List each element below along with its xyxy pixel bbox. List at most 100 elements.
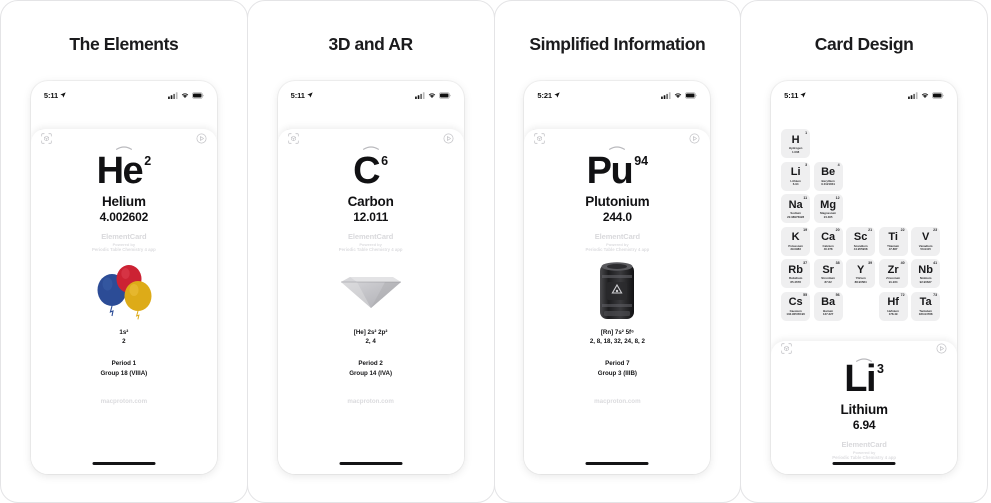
element-card-sheet[interactable]: Pu 94 Plutonium 244.0 ElementCard Powered by P… [524, 129, 711, 474]
periodic-tile-y[interactable]: 39 Y Yttrium 88.90584 [846, 259, 876, 288]
card-toolbar [31, 129, 217, 151]
periodic-tile-h[interactable]: 1 H Hydrogen 1.008 [781, 129, 811, 158]
tile-atomic-number: 1 [805, 130, 808, 135]
tile-mass: 40.078 [823, 247, 833, 252]
periodic-table-row: 19 K Potassium 39.0983 20 Ca Calcium 40.078 21 Sc… [781, 226, 941, 256]
element-3d-model[interactable] [771, 471, 957, 474]
periodic-tile-ba[interactable]: 56 Ba Barium 137.327 [813, 291, 843, 321]
periodic-tile-li[interactable]: 3 Li Lithium 6.94 [781, 161, 811, 191]
screenshot-panel-4: Card Design 5:11 1 H Hydrogen 1.008 3 Li Lithium… [740, 0, 988, 503]
status-bar: 5:11 [771, 81, 957, 103]
period-label: Period 2 [358, 360, 383, 368]
ar-scan-icon[interactable] [534, 131, 546, 149]
panel-title: Card Design [814, 34, 914, 54]
tile-symbol: Ca [821, 231, 836, 244]
cellular-bars-icon [908, 86, 918, 104]
location-arrow-icon [307, 91, 313, 100]
status-bar: 5:11 [278, 81, 464, 103]
element-3d-model[interactable] [278, 259, 464, 323]
tile-symbol: Be [821, 166, 836, 179]
periodic-tile-nb[interactable]: 41 Nb Niobium 92.90637 [911, 259, 941, 288]
cellular-bars-icon [661, 86, 671, 104]
element-card-sheet[interactable]: Li 3 Lithium 6.94 ElementCard Powered by Perio… [771, 341, 958, 474]
period-group-block: Period 7 Group 3 (IIIB) [598, 359, 637, 378]
periodic-tile-empty [846, 292, 875, 321]
element-3d-model[interactable] [524, 259, 710, 323]
cellular-bars-icon [167, 86, 178, 104]
element-symbol: He [96, 150, 144, 192]
tile-symbol: K [791, 231, 800, 244]
brand-title: ElementCard [594, 232, 640, 242]
tile-symbol: Na [788, 198, 803, 211]
periodic-tile-sc[interactable]: 21 Sc Scandium 44.955908 [846, 226, 876, 256]
periodic-tile-mg[interactable]: 12 Mg Magnesium 24.305 [813, 194, 843, 223]
brand-app-name: Periodic Table Chemistry 4 app [832, 455, 896, 461]
tile-symbol: Cs [788, 296, 803, 309]
periodic-tile-rb[interactable]: 37 Rb Rubidium 85.4678 [781, 259, 811, 288]
periodic-tile-k[interactable]: 19 K Potassium 39.0983 [781, 226, 811, 256]
tile-atomic-number: 38 [835, 260, 840, 265]
element-card-sheet[interactable]: C 6 Carbon 12.011 ElementCard Powered by Perio… [277, 129, 464, 474]
periodic-tile-empty [879, 194, 908, 223]
tile-mass: 39.0983 [790, 247, 801, 252]
brand-watermark: ElementCard Powered by Periodic Table Chem… [339, 232, 403, 253]
tile-symbol: Y [856, 263, 865, 276]
ar-scan-icon[interactable] [287, 131, 299, 149]
tile-symbol: Ba [821, 296, 836, 309]
periodic-tile-cs[interactable]: 55 Cs Caesium 132.90545196 [781, 291, 811, 321]
app-store-screenshot-gallery: The Elements 5:11 He 2 Helium 4.002602 Element… [0, 0, 991, 503]
periodic-tile-ta[interactable]: 73 Ta Tantalum 180.94788 [911, 291, 941, 321]
status-indicators [414, 86, 451, 104]
ar-scan-icon[interactable] [41, 131, 52, 149]
periodic-table-row: 55 Cs Caesium 132.90545196 56 Ba Barium 137.327… [781, 291, 941, 321]
periodic-tile-ti[interactable]: 22 Ti Titanium 47.867 [878, 226, 908, 256]
tile-symbol: Rb [788, 263, 803, 276]
group-label: Group 3 (IIIB) [597, 369, 637, 377]
screenshot-panel-1: The Elements 5:11 He 2 Helium 4.002602 Element… [0, 0, 248, 503]
tile-atomic-number: 56 [835, 293, 840, 297]
periodic-tile-empty [846, 129, 875, 158]
phone-mockup: 5:11 C 6 Carbon 12.011 ElementCard Powered by P… [277, 81, 464, 474]
ar-scan-icon[interactable] [781, 341, 792, 359]
status-indicators [661, 86, 697, 104]
period-label: Period 7 [605, 360, 630, 368]
tile-atomic-number: 11 [803, 195, 808, 200]
periodic-tile-v[interactable]: 23 V Vanadium 50.9415 [911, 226, 941, 256]
tile-atomic-number: 19 [803, 228, 808, 232]
rotate-play-icon[interactable] [443, 131, 454, 149]
element-card-sheet[interactable]: He 2 Helium 4.002602 ElementCard Powered by Pe… [30, 129, 217, 474]
periodic-tile-hf[interactable]: 72 Hf Hafnium 178.49 [878, 291, 908, 321]
shell-electrons: 2 [122, 338, 126, 346]
group-label: Group 14 (IVA) [349, 369, 393, 377]
battery-full-icon [191, 86, 204, 104]
brand-title: ElementCard [101, 232, 147, 242]
cellular-bars-icon [414, 86, 425, 104]
card-toolbar [771, 341, 957, 362]
rotate-play-icon[interactable] [689, 131, 700, 149]
periodic-tile-ca[interactable]: 20 Ca Calcium 40.078 [813, 226, 843, 256]
shell-electrons: 2, 8, 18, 32, 24, 8, 2 [589, 338, 645, 346]
tile-atomic-number: 12 [835, 195, 840, 200]
location-arrow-icon [554, 91, 560, 100]
panel-title: Simplified Information [529, 34, 706, 54]
wifi-icon [428, 86, 436, 104]
periodic-tile-empty [814, 129, 843, 158]
tile-symbol: Hf [887, 296, 899, 309]
periodic-tile-zr[interactable]: 40 Zr Zirconium 91.224 [878, 259, 908, 288]
periodic-tile-be[interactable]: 4 Be Beryllium 9.0121831 [813, 161, 843, 191]
element-atomic-number: 3 [877, 362, 884, 376]
element-symbol-row: He 2 [96, 150, 152, 192]
rotate-play-icon[interactable] [936, 341, 947, 359]
periodic-table-grid[interactable]: 1 H Hydrogen 1.008 3 Li Lithium 6.94 4 Be Berylliu… [781, 129, 941, 321]
group-label: Group 18 (VIIIA) [100, 369, 148, 377]
battery-full-icon [685, 86, 697, 104]
element-3d-model[interactable] [31, 259, 217, 323]
periodic-tile-sr[interactable]: 38 Sr Strontium 87.62 [813, 259, 843, 288]
location-arrow-icon [800, 91, 807, 100]
period-group-block: Period 1 Group 18 (VIIIA) [100, 359, 147, 378]
periodic-tile-na[interactable]: 11 Na Sodium 22.98976928 [781, 194, 811, 223]
rotate-play-icon[interactable] [196, 131, 207, 149]
phone-mockup: 5:21 Pu 94 Plutonium 244.0 ElementCard Powered… [524, 81, 711, 474]
periodic-tile-empty [879, 162, 908, 191]
status-time: 5:11 [44, 91, 66, 100]
